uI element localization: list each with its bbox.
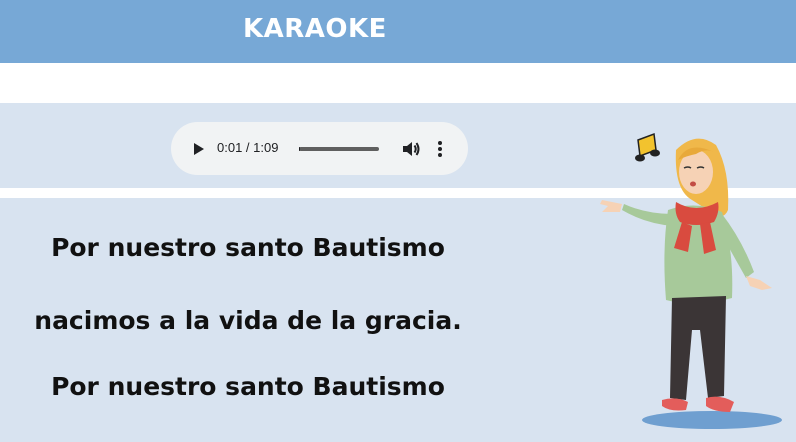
progress-slider[interactable] [299,147,379,151]
lyric-line: Por nuestro santo Bautismo [51,372,445,401]
header-bar: KARAOKE [0,0,796,63]
music-note-icon [635,132,660,162]
lyric-line: nacimos a la vida de la gracia. [34,306,462,335]
singing-girl-illustration [596,130,788,436]
volume-icon[interactable] [400,138,422,160]
time-display: 0:01 / 1:09 [217,140,279,155]
audio-player: 0:01 / 1:09 [171,122,468,175]
lyric-line: Por nuestro santo Bautismo [51,233,445,262]
progress-fill [299,147,301,151]
play-icon[interactable] [188,139,208,159]
page-title: KARAOKE [243,14,387,44]
more-vert-icon[interactable] [435,138,445,160]
